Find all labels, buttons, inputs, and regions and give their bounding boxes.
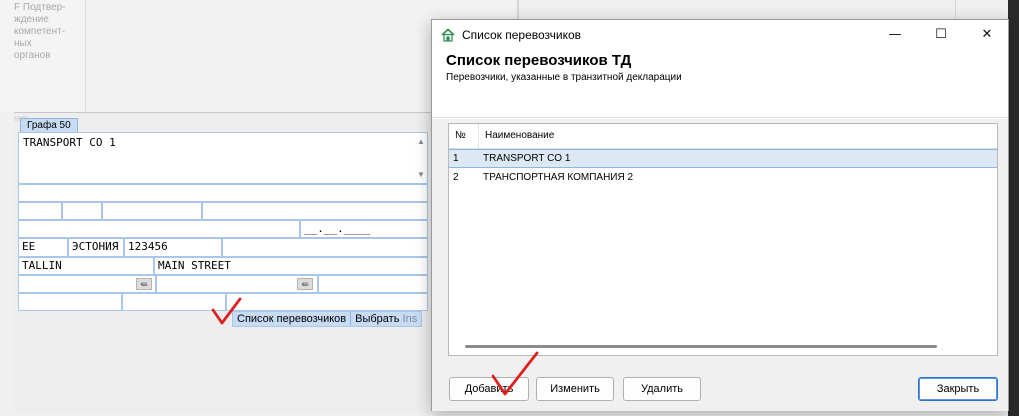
- carrier-text: TRANSPORT CO 1: [23, 136, 116, 149]
- close-button[interactable]: Закрыть: [918, 377, 998, 401]
- checkmark-annotation-1: [211, 297, 242, 325]
- checkmark-annotation-2: [491, 351, 539, 396]
- carrier-textarea[interactable]: TRANSPORT CO 1 ▲ ▼: [18, 132, 428, 184]
- left-side-panel: F Подтвер- ждение компетент- ных органов: [0, 0, 86, 112]
- city-field[interactable]: TALLIN: [18, 257, 154, 275]
- country-code-field[interactable]: EE: [18, 238, 68, 257]
- shortcut-label: Ins: [402, 313, 418, 325]
- field-row-3a[interactable]: [18, 220, 300, 238]
- postal-code-field[interactable]: 123456: [124, 238, 222, 257]
- delete-button[interactable]: Удалить: [623, 377, 701, 401]
- dialog-header: Список перевозчиков ТД Перевозчики, указ…: [432, 50, 1008, 118]
- lookup-button-1[interactable]: ⇚: [136, 278, 152, 290]
- field-row-2c[interactable]: [102, 202, 202, 220]
- column-name-header[interactable]: Наименование: [485, 130, 554, 141]
- window-edge: [1008, 0, 1019, 416]
- field-row-4d[interactable]: [222, 238, 428, 257]
- carriers-link-bar: Список перевозчиков Выбрать Ins: [232, 311, 423, 327]
- horizontal-scrollbar[interactable]: [465, 345, 937, 348]
- select-link[interactable]: Выбрать Ins: [351, 312, 421, 326]
- edit-button[interactable]: Изменить: [536, 377, 614, 401]
- field-row-6c[interactable]: [318, 275, 428, 293]
- right-form-divider: [955, 0, 956, 20]
- window-title: Список перевозчиков: [462, 28, 582, 42]
- select-link-label: Выбрать: [355, 313, 400, 325]
- field-row-7c[interactable]: [226, 293, 428, 311]
- field-row-2d[interactable]: [202, 202, 428, 220]
- minimize-icon[interactable]: —: [872, 20, 918, 50]
- dialog-subheading: Перевозчики, указанные в транзитной декл…: [446, 72, 682, 83]
- column-number-header[interactable]: №: [455, 130, 466, 141]
- street-field[interactable]: MAIN STREET: [154, 257, 428, 275]
- column-divider: [478, 124, 479, 149]
- lookup-button-2[interactable]: ⇚: [297, 278, 313, 290]
- carriers-list-link[interactable]: Список перевозчиков: [233, 312, 350, 326]
- scroll-down-icon[interactable]: ▼: [415, 169, 427, 181]
- table-row[interactable]: 1 TRANSPORT CO 1: [449, 149, 997, 168]
- close-icon[interactable]: ✕: [964, 20, 1010, 50]
- row-number: 2: [453, 172, 459, 183]
- right-form-strip: [518, 0, 1018, 20]
- field-row-2a[interactable]: [18, 202, 62, 220]
- box-50-tab[interactable]: Графа 50: [20, 118, 78, 132]
- row-name: ТРАНСПОРТНАЯ КОМПАНИЯ 2: [483, 172, 634, 183]
- dialog-titlebar[interactable]: Список перевозчиков — ☐ ✕: [432, 20, 1008, 50]
- scroll-up-icon[interactable]: ▲: [415, 136, 427, 148]
- maximize-icon[interactable]: ☐: [918, 20, 964, 50]
- country-name-field[interactable]: ЭСТОНИЯ: [68, 238, 124, 257]
- field-row-7a[interactable]: [18, 293, 122, 311]
- table-row[interactable]: 2 ТРАНСПОРТНАЯ КОМПАНИЯ 2: [449, 169, 997, 188]
- field-row-1[interactable]: [18, 184, 428, 202]
- app-house-icon: [441, 28, 455, 42]
- section-f-label: F Подтвер- ждение компетент- ных органов: [14, 2, 66, 61]
- field-row-2b[interactable]: [62, 202, 102, 220]
- table-header: № Наименование: [449, 124, 997, 149]
- row-name: TRANSPORT CO 1: [483, 153, 571, 164]
- carriers-table[interactable]: № Наименование 1 TRANSPORT CO 1 2 ТРАНСП…: [448, 123, 998, 356]
- dialog-heading: Список перевозчиков ТД: [446, 52, 632, 69]
- date-field[interactable]: __.__.____: [300, 220, 428, 238]
- row-number: 1: [453, 153, 459, 164]
- field-row-6b[interactable]: [156, 275, 318, 293]
